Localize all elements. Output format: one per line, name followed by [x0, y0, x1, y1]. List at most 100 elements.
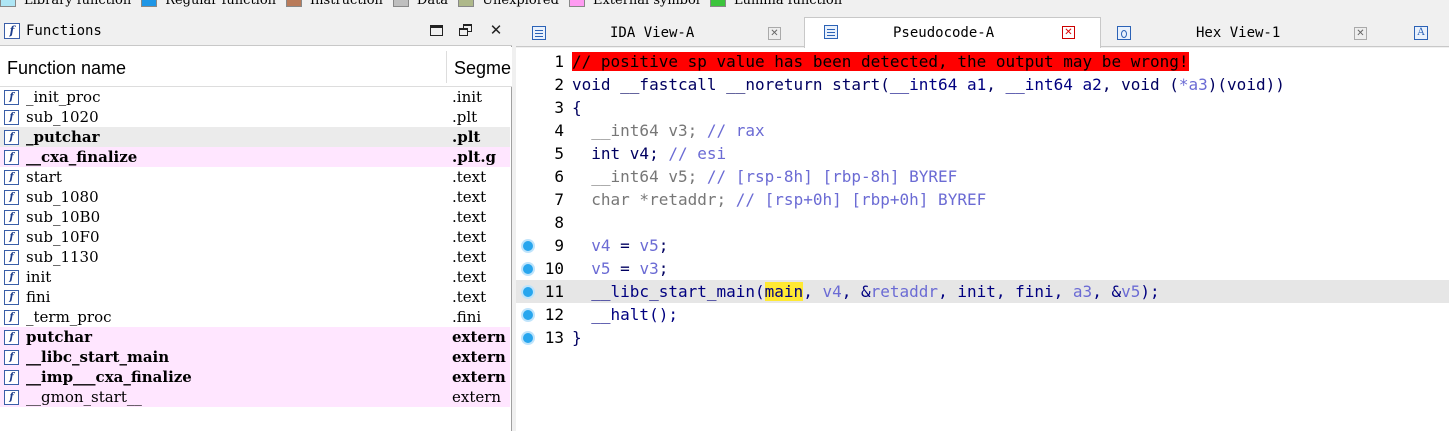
function-row[interactable]: f _putchar .plt	[0, 127, 510, 147]
var-v5[interactable]: v5	[639, 236, 658, 255]
function-row[interactable]: f sub_1020 .plt	[0, 107, 510, 127]
function-icon: f	[4, 89, 19, 105]
declaration: __int64 v5;	[572, 167, 707, 186]
function-segment: .text	[452, 228, 487, 246]
tab-label: Hex View-1	[1196, 25, 1281, 41]
maximize-button[interactable]	[428, 22, 444, 38]
pseudocode-icon	[824, 25, 838, 39]
function-row[interactable]: f sub_1130 .text	[0, 247, 510, 267]
function-icon: f	[4, 349, 19, 365]
function-name: init	[26, 268, 52, 286]
legend-label: Library function	[24, 0, 132, 8]
close-panel-button[interactable]: ✕	[488, 22, 504, 39]
code-line[interactable]: 12 __halt();	[516, 303, 1449, 326]
function-icon: f	[4, 169, 19, 185]
function-name: __libc_start_main	[26, 348, 170, 366]
close-tab-icon[interactable]: ✕	[1354, 27, 1367, 40]
code-punct: , &	[1092, 282, 1122, 301]
code-line[interactable]: 1 // positive sp value has been detected…	[516, 50, 1449, 73]
function-row[interactable]: f __imp___cxa_finalize extern	[0, 367, 510, 387]
code-punct: =	[610, 259, 640, 278]
line-number: 12	[544, 305, 564, 324]
param-a3[interactable]: *a3	[1179, 75, 1208, 94]
code-line[interactable]: 7 char *retaddr; // [rsp+0h] [rbp+0h] BY…	[516, 188, 1449, 211]
call-args[interactable]: , init, fini,	[938, 282, 1073, 301]
legend-swatch	[568, 0, 585, 7]
legend-item: External symbol	[568, 0, 700, 8]
legend-item: Instruction	[286, 0, 383, 8]
function-name: __gmon_start__	[26, 388, 142, 406]
code-line[interactable]: 9 v4 = v5;	[516, 234, 1449, 257]
float-button[interactable]	[458, 22, 474, 38]
tab-pseudocode-a[interactable]: Pseudocode-A ✕	[804, 17, 1101, 48]
var-v4[interactable]: v4	[591, 236, 610, 255]
var-v5[interactable]: v5	[1121, 282, 1140, 301]
var-v3[interactable]: v3	[639, 259, 658, 278]
function-name: putchar	[26, 328, 92, 346]
code-text: }	[572, 328, 582, 347]
function-icon: f	[4, 129, 19, 145]
legend-item: Regular function	[141, 0, 276, 8]
function-row[interactable]: f _term_proc .fini	[0, 307, 510, 327]
function-row[interactable]: f _init_proc .init	[0, 87, 510, 107]
function-row[interactable]: f sub_10F0 .text	[0, 227, 510, 247]
var-v4[interactable]: v4	[822, 282, 841, 301]
function-row[interactable]: f __gmon_start__ extern	[0, 387, 510, 407]
function-name: sub_1020	[26, 108, 99, 126]
var-retaddr[interactable]: retaddr	[871, 282, 938, 301]
function-row[interactable]: f init .text	[0, 267, 510, 287]
symbol-main[interactable]: main	[764, 282, 804, 301]
legend-item: Lumina function	[709, 0, 842, 8]
pseudocode-view[interactable]: 1 // positive sp value has been detected…	[516, 48, 1449, 431]
code-line[interactable]: 5 int v4; // esi	[516, 142, 1449, 165]
code-line[interactable]: 13 }	[516, 326, 1449, 349]
restore-icon	[459, 23, 473, 37]
code-punct: , void (	[1101, 75, 1179, 94]
var-a3[interactable]: a3	[1073, 282, 1092, 301]
code-punct: ;	[658, 259, 669, 278]
code-line-current[interactable]: 11 __libc_start_main(main, v4, &retaddr,…	[516, 280, 1449, 303]
code-line[interactable]: 4 __int64 v3; // rax	[516, 119, 1449, 142]
functions-list: f _init_proc .init f sub_1020 .plt f _putchar .p…	[0, 87, 510, 407]
param-a1[interactable]: __int64 a1	[890, 75, 986, 94]
line-number: 8	[554, 213, 564, 232]
function-row[interactable]: f sub_10B0 .text	[0, 207, 510, 227]
tab-ida-view-a[interactable]: IDA View-A ✕	[516, 20, 804, 47]
function-row[interactable]: f __cxa_finalize .plt.g	[0, 147, 510, 167]
call-libc-start-main[interactable]: __libc_start_main(	[572, 282, 764, 301]
legend-swatch	[286, 0, 303, 7]
hex-icon	[1117, 26, 1131, 40]
function-row[interactable]: f sub_1080 .text	[0, 187, 510, 207]
function-icon: f	[4, 249, 19, 265]
functions-title: Functions	[26, 23, 102, 39]
strings-icon: A	[1414, 26, 1428, 40]
column-header-function-name[interactable]: Function name	[7, 58, 126, 79]
function-row[interactable]: f __libc_start_main extern	[0, 347, 510, 367]
function-row[interactable]: f fini .text	[0, 287, 510, 307]
code-line[interactable]: 6 __int64 v5; // [rsp-8h] [rbp-8h] BYREF	[516, 165, 1449, 188]
code-line[interactable]: 8	[516, 211, 1449, 234]
call-halt[interactable]: __halt();	[572, 305, 678, 324]
code-line[interactable]: 3 {	[516, 96, 1449, 119]
tab-strings[interactable]: A	[1406, 20, 1449, 47]
close-tab-icon[interactable]: ✕	[1062, 26, 1075, 39]
code-line[interactable]: 2 void __fastcall __noreturn start(__int…	[516, 73, 1449, 96]
var-v5[interactable]: v5	[591, 259, 610, 278]
function-segment: .text	[452, 268, 487, 286]
param-a2[interactable]: __int64 a2	[1005, 75, 1101, 94]
line-number: 10	[544, 259, 564, 278]
maximize-icon	[429, 24, 443, 36]
function-row[interactable]: f start .text	[0, 167, 510, 187]
function-icon: f	[4, 369, 19, 385]
legend-swatch	[392, 0, 409, 7]
column-header-segment[interactable]: Segme	[454, 58, 511, 79]
close-tab-icon[interactable]: ✕	[768, 27, 781, 40]
line-number: 6	[554, 167, 564, 186]
code-line[interactable]: 10 v5 = v3;	[516, 257, 1449, 280]
tab-hex-view-1[interactable]: Hex View-1 ✕	[1102, 20, 1392, 47]
legend-label: Data	[416, 0, 449, 8]
function-name: sub_10F0	[26, 228, 100, 246]
function-row[interactable]: f putchar extern	[0, 327, 510, 347]
column-divider[interactable]	[446, 51, 447, 83]
code-punct: ,	[803, 282, 823, 301]
